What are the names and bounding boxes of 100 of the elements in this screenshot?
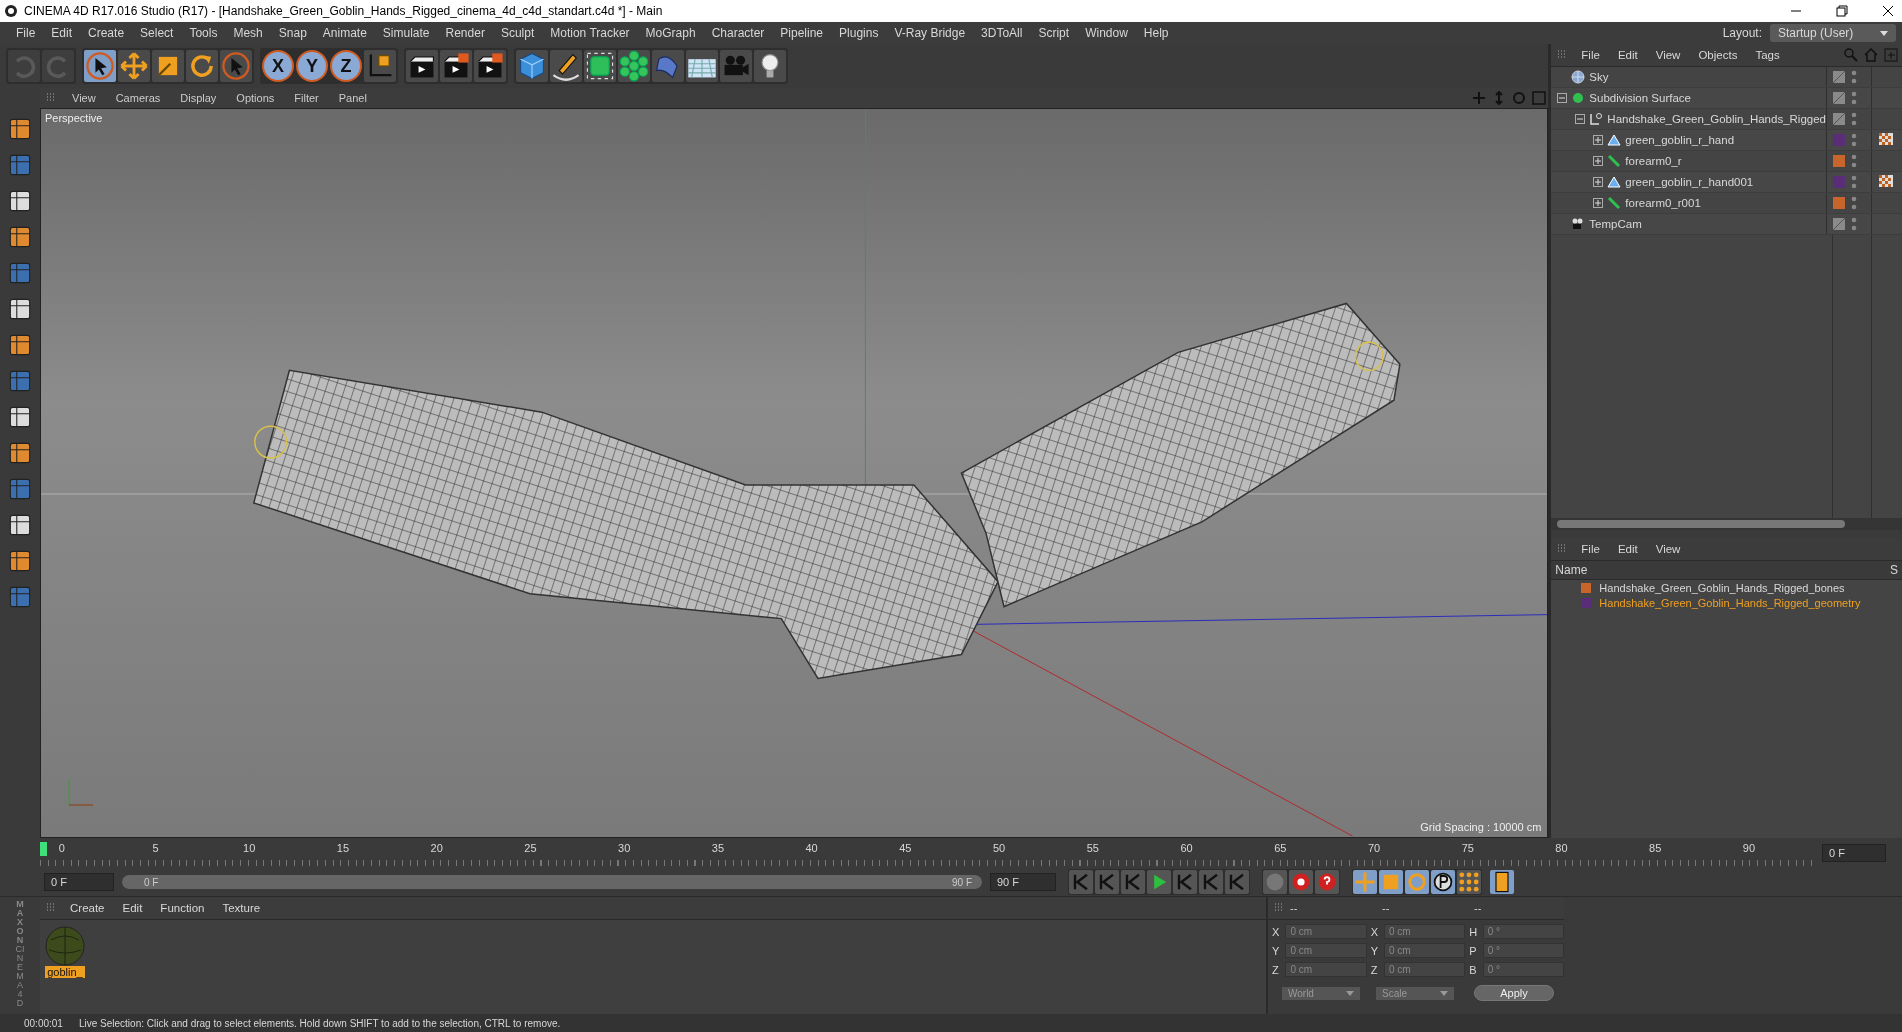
render-settings-icon[interactable] — [474, 50, 506, 82]
next-key-icon[interactable] — [1199, 870, 1223, 894]
floor-grid-icon[interactable] — [686, 50, 718, 82]
render-picture-icon[interactable] — [440, 50, 472, 82]
axis-lock-button[interactable]: Z — [330, 50, 362, 82]
panel-menu-item[interactable]: Edit — [1609, 543, 1646, 555]
column-header[interactable]: Name — [1555, 563, 1890, 577]
viewport-menu-item[interactable]: Filter — [286, 92, 327, 104]
object-row[interactable]: Subdivision Surface — [1551, 88, 1902, 109]
viewport-menu-item[interactable]: Panel — [330, 92, 375, 104]
visibility-dots-icon[interactable] — [1851, 154, 1857, 168]
panel-menu-item[interactable]: Edit — [114, 902, 151, 914]
menu-item[interactable]: Plugins — [831, 26, 887, 40]
object-row[interactable]: green_goblin_r_hand001 — [1551, 172, 1902, 193]
menu-item[interactable]: Script — [1030, 26, 1078, 40]
menu-item[interactable]: Character — [703, 26, 773, 40]
menu-item[interactable]: 3DToAll — [973, 26, 1031, 40]
expand-toggle-icon[interactable] — [1593, 156, 1604, 166]
menu-item[interactable]: Tools — [181, 26, 226, 40]
menu-item[interactable]: MoGraph — [637, 26, 704, 40]
visibility-dots-icon[interactable] — [1851, 112, 1857, 126]
menu-item[interactable]: Mesh — [225, 26, 271, 40]
menu-item[interactable]: Pipeline — [772, 26, 832, 40]
panel-menu-item[interactable]: Texture — [214, 902, 269, 914]
menu-item[interactable]: Motion Tracker — [542, 26, 638, 40]
panel-menu-item[interactable]: Objects — [1690, 49, 1746, 61]
visibility-dots-icon[interactable] — [1851, 133, 1857, 147]
viewport-menu-item[interactable]: Cameras — [107, 92, 169, 104]
previous-key-icon[interactable] — [1095, 870, 1119, 894]
scale-icon[interactable] — [152, 50, 184, 82]
restore-icon[interactable] — [1836, 5, 1848, 17]
object-row[interactable]: TempCam — [1551, 214, 1902, 235]
menu-item[interactable]: Select — [132, 26, 182, 40]
start-frame-field[interactable]: 0 F — [44, 873, 114, 891]
panel-menu-item[interactable]: Create — [62, 902, 113, 914]
point-grid-icon[interactable] — [1457, 870, 1481, 894]
expand-toggle-icon[interactable] — [1593, 198, 1604, 208]
visibility-dots-icon[interactable] — [1851, 91, 1857, 105]
step-forward-icon[interactable] — [1173, 870, 1197, 894]
menu-item[interactable]: Edit — [43, 26, 81, 40]
expand-toggle-icon[interactable] — [1593, 135, 1604, 145]
layout-dropdown[interactable]: Startup (User) — [1770, 24, 1896, 42]
close-icon[interactable] — [1882, 5, 1894, 17]
menu-item[interactable]: Animate — [314, 26, 375, 40]
menu-item[interactable]: Window — [1077, 26, 1136, 40]
frame-range-slider[interactable]: 0 F 90 F — [122, 875, 982, 889]
visibility-dots-icon[interactable] — [1851, 196, 1857, 210]
panel-menu-item[interactable]: View — [1647, 543, 1689, 555]
visibility-dots-icon[interactable] — [1851, 70, 1857, 84]
playhead-marker[interactable] — [40, 842, 47, 856]
coordinate-system-icon[interactable] — [364, 50, 396, 82]
panel-menu-item[interactable]: File — [1573, 543, 1608, 555]
panel-menu-item[interactable]: View — [1647, 49, 1689, 61]
menu-item[interactable]: Sculpt — [492, 26, 543, 40]
viewport-menu-item[interactable]: Options — [228, 92, 283, 104]
expand-toggle-icon[interactable] — [1593, 177, 1604, 187]
menu-item[interactable]: V-Ray Bridge — [886, 26, 974, 40]
cursor-icon[interactable] — [84, 50, 116, 82]
cloner-icon[interactable] — [618, 50, 650, 82]
pen-icon[interactable] — [550, 50, 582, 82]
film-strip-icon[interactable] — [1490, 870, 1514, 894]
panel-menu-item[interactable]: Function — [152, 902, 213, 914]
render-view-icon[interactable] — [406, 50, 438, 82]
parameter-icon[interactable] — [1431, 870, 1455, 894]
menu-item[interactable]: File — [8, 26, 44, 40]
column-header[interactable]: S — [1890, 563, 1902, 577]
panel-menu-item[interactable]: Tags — [1747, 49, 1788, 61]
cube-outline-icon[interactable] — [584, 50, 616, 82]
panel-menu-item[interactable]: File — [1573, 49, 1608, 61]
menu-item[interactable]: Snap — [270, 26, 315, 40]
texture-tag-icon[interactable] — [1879, 133, 1895, 147]
step-back-icon[interactable] — [1121, 870, 1145, 894]
menu-item[interactable]: Create — [80, 26, 133, 40]
current-frame-field[interactable]: 0 F — [1822, 844, 1886, 862]
object-row[interactable]: green_goblin_r_hand — [1551, 130, 1902, 151]
material-name[interactable]: goblin_ — [45, 966, 85, 978]
axis-lock-button[interactable]: Y — [296, 50, 328, 82]
visibility-dots-icon[interactable] — [1851, 175, 1857, 189]
viewport-menu-item[interactable]: Display — [172, 92, 225, 104]
panel-menu-item[interactable]: Edit — [1609, 49, 1646, 61]
viewport-menu-item[interactable]: View — [64, 92, 104, 104]
play-icon[interactable] — [1147, 870, 1171, 894]
expand-toggle-icon[interactable] — [1557, 93, 1568, 103]
menu-item[interactable]: Render — [437, 26, 493, 40]
visibility-dots-icon[interactable] — [1851, 217, 1857, 231]
axis-lock-button[interactable]: X — [262, 50, 294, 82]
end-frame-field[interactable]: 90 F — [990, 873, 1056, 891]
go-to-end-icon[interactable] — [1225, 870, 1249, 894]
go-to-start-icon[interactable] — [1069, 870, 1093, 894]
move-icon[interactable] — [118, 50, 150, 82]
layer-row[interactable]: Handshake_Green_Goblin_Hands_Rigged_bones — [1551, 580, 1902, 595]
cursor-icon[interactable] — [220, 50, 252, 82]
deformer-icon[interactable] — [652, 50, 684, 82]
horizontal-scrollbar[interactable] — [1551, 518, 1902, 530]
light-bulb-icon[interactable] — [754, 50, 786, 82]
rotate-icon[interactable] — [186, 50, 218, 82]
menu-item[interactable]: Help — [1135, 26, 1177, 40]
texture-tag-icon[interactable] — [1879, 175, 1895, 189]
menu-item[interactable]: Simulate — [374, 26, 438, 40]
expand-toggle-icon[interactable] — [1575, 114, 1586, 124]
